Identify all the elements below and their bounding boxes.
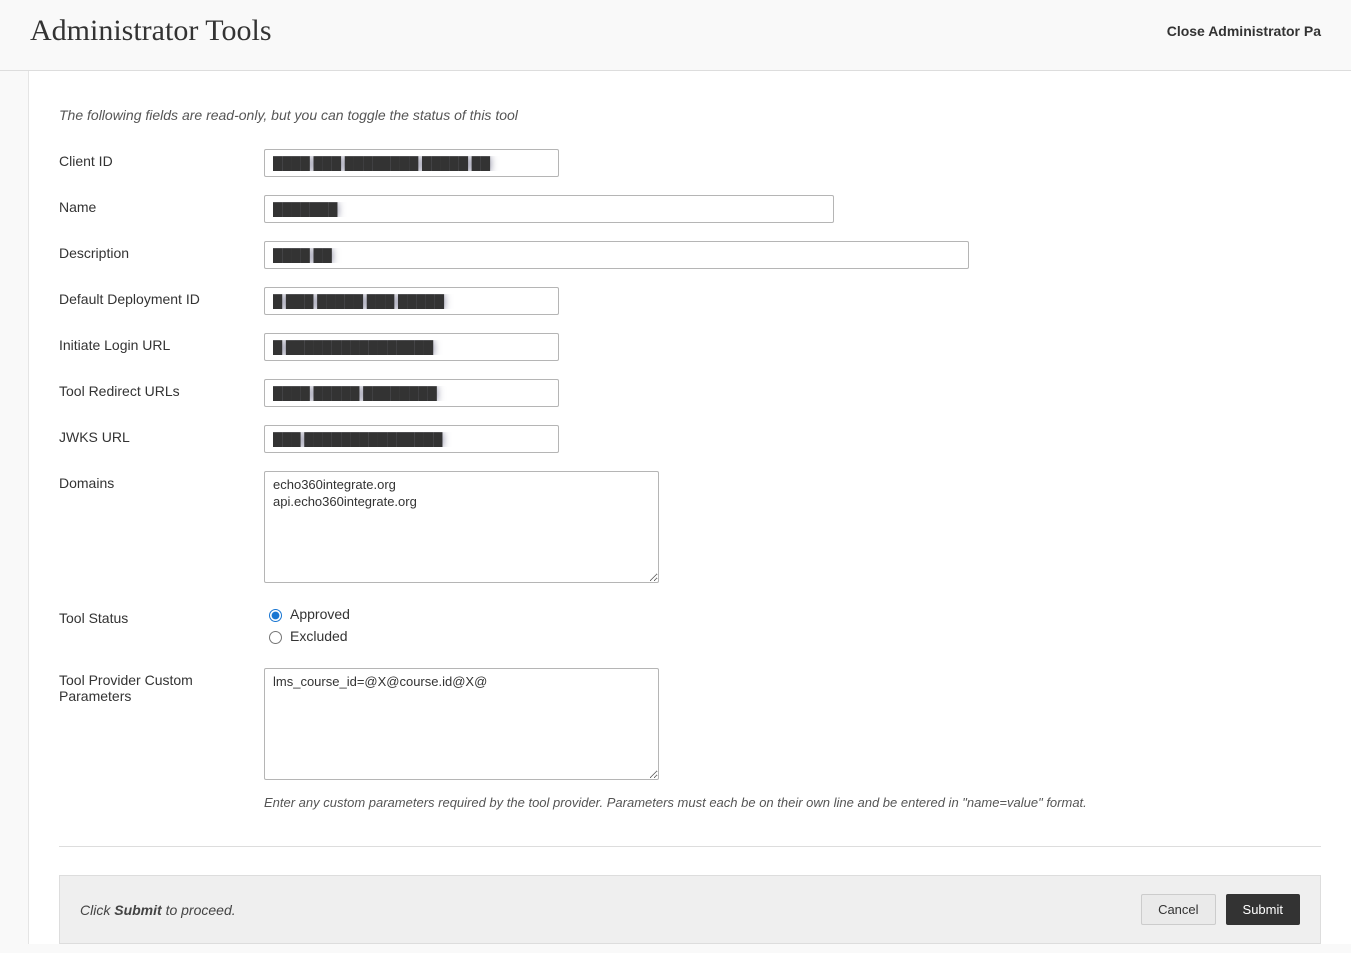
redirect-urls-field [264,379,559,407]
description-label: Description [59,241,264,261]
footer-bar: Click Submit to proceed. Cancel Submit [59,875,1321,944]
custom-params-label: Tool Provider Custom Parameters [59,668,264,704]
name-label: Name [59,195,264,215]
jwks-url-field [264,425,559,453]
domains-label: Domains [59,471,264,491]
name-field [264,195,834,223]
custom-params-field[interactable] [264,668,659,780]
deployment-id-field [264,287,559,315]
cancel-button[interactable]: Cancel [1141,894,1215,925]
tool-status-label: Tool Status [59,606,264,626]
status-excluded-label: Excluded [290,628,348,644]
status-excluded-radio[interactable] [269,631,282,644]
deployment-id-label: Default Deployment ID [59,287,264,307]
initiate-login-url-label: Initiate Login URL [59,333,264,353]
jwks-url-label: JWKS URL [59,425,264,445]
domains-field [264,471,659,583]
divider [59,846,1321,847]
redirect-urls-label: Tool Redirect URLs [59,379,264,399]
close-admin-panel-link[interactable]: Close Administrator Pa [1167,23,1321,39]
description-field [264,241,969,269]
status-excluded-option[interactable]: Excluded [264,628,1321,644]
client-id-label: Client ID [59,149,264,169]
client-id-field [264,149,559,177]
form-panel: The following fields are read-only, but … [28,71,1351,944]
status-approved-option[interactable]: Approved [264,606,1321,622]
page-header: Administrator Tools Close Administrator … [0,0,1351,71]
intro-text: The following fields are read-only, but … [59,107,1321,123]
submit-button[interactable]: Submit [1226,894,1300,925]
status-approved-radio[interactable] [269,609,282,622]
custom-params-help: Enter any custom parameters required by … [264,795,1321,810]
footer-note: Click Submit to proceed. [80,902,236,918]
status-approved-label: Approved [290,606,350,622]
page-title: Administrator Tools [30,14,272,48]
initiate-login-url-field [264,333,559,361]
